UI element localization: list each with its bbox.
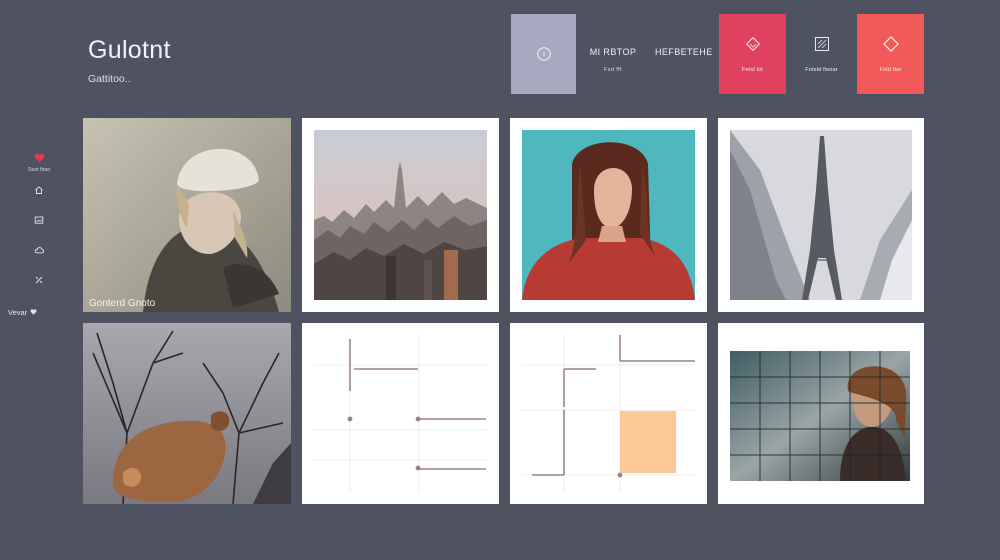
tools-icon bbox=[33, 274, 45, 286]
sidebar-item-label: Ssst fsso bbox=[27, 167, 51, 173]
sidebar-item-images[interactable] bbox=[18, 214, 60, 244]
animal-image bbox=[83, 323, 291, 504]
top-toolbar: MI RBTOP Fsd fft HEFBETEHE Fetsl lot Fot… bbox=[0, 0, 1000, 110]
grid-icon bbox=[813, 35, 831, 53]
sidebar: Ssst fsso bbox=[18, 152, 60, 304]
nav-link-label: MI RBTOP bbox=[589, 47, 637, 57]
sidebar-item-home[interactable] bbox=[18, 184, 60, 214]
tile-caption: Fold Itar bbox=[879, 67, 902, 73]
nav-link-hefbetehe[interactable]: HEFBETEHE bbox=[655, 47, 713, 57]
cloud-icon bbox=[33, 244, 45, 256]
gallery-card-portrait-grid[interactable] bbox=[718, 323, 924, 504]
home-icon bbox=[33, 184, 45, 196]
app-window: Gulotnt Gattitoo.. MI RBTOP Fsd fft HEFB… bbox=[0, 0, 1000, 560]
view-menu-label: Vevar bbox=[8, 308, 28, 317]
gallery-card-portrait-teal[interactable] bbox=[510, 118, 707, 312]
gallery-card-animal-trees[interactable] bbox=[83, 323, 291, 504]
sidebar-item-favorites[interactable]: Ssst fsso bbox=[18, 152, 60, 182]
portrait-image bbox=[522, 130, 695, 300]
heart-icon bbox=[33, 152, 45, 164]
toolbar-tile-red[interactable]: Fold Itar bbox=[857, 14, 924, 94]
tower-image bbox=[730, 130, 912, 300]
circle-icon bbox=[535, 45, 553, 63]
sidebar-item-cloud[interactable] bbox=[18, 244, 60, 274]
view-menu[interactable]: Vevar bbox=[8, 308, 37, 317]
portrait-image: Gonterd Gnoto bbox=[83, 118, 291, 312]
card-caption: Gonterd Gnoto bbox=[89, 298, 156, 309]
portrait-image bbox=[730, 335, 912, 492]
city-skyline-image bbox=[314, 130, 487, 300]
heart-icon bbox=[30, 308, 37, 317]
nav-link-caption: Fsd fft bbox=[604, 67, 622, 73]
wireframe-image bbox=[314, 335, 487, 492]
nav-link-label: HEFBETEHE bbox=[655, 47, 713, 57]
wireframe-image bbox=[522, 335, 695, 492]
sidebar-item-tools[interactable] bbox=[18, 274, 60, 304]
gallery-card-portrait-beanie[interactable]: Gonterd Gnoto bbox=[83, 118, 291, 312]
image-icon bbox=[33, 214, 45, 226]
gallery-card-city-skyline[interactable] bbox=[302, 118, 499, 312]
tile-caption: Fetsl lot bbox=[741, 67, 764, 73]
diamond-icon bbox=[744, 35, 762, 53]
gallery-card-wireframe-peach[interactable] bbox=[510, 323, 707, 504]
gallery-card-wireframe-lines[interactable] bbox=[302, 323, 499, 504]
diamond-icon bbox=[882, 35, 900, 53]
gallery-card-tower-snow[interactable] bbox=[718, 118, 924, 312]
toolbar-tile-info[interactable] bbox=[511, 14, 576, 94]
toolbar-tile-grid[interactable]: Fotsld fisoar bbox=[793, 14, 850, 94]
tile-caption: Fotsld fisoar bbox=[805, 67, 838, 73]
toolbar-tile-pink[interactable]: Fetsl lot bbox=[719, 14, 786, 94]
nav-link-rbtop[interactable]: MI RBTOP Fsd fft bbox=[588, 47, 638, 73]
